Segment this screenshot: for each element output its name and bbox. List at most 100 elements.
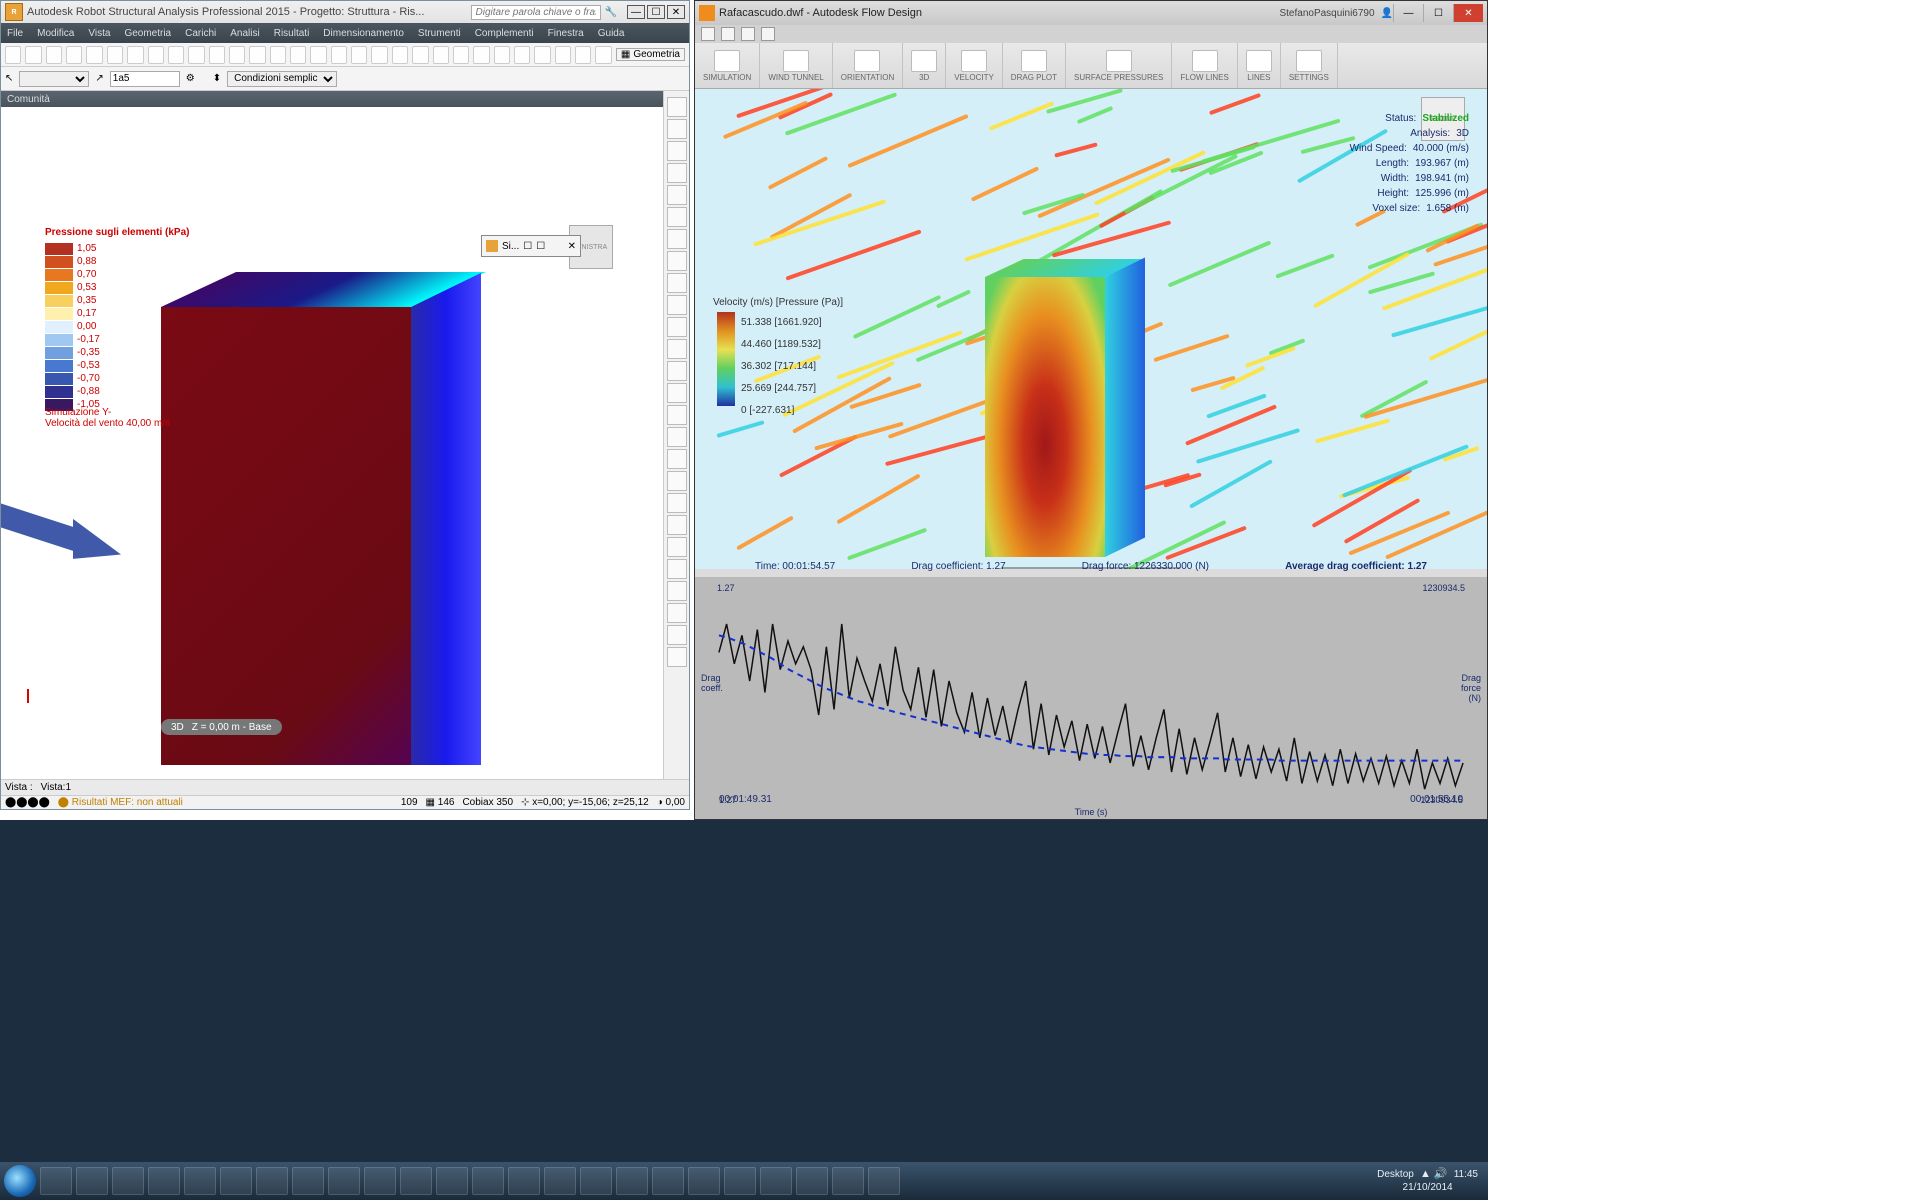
taskbar-app[interactable] — [220, 1167, 252, 1195]
side-tool-btn[interactable] — [667, 449, 687, 469]
taskbar-app[interactable] — [40, 1167, 72, 1195]
structure-model[interactable] — [161, 272, 481, 765]
toolbar-btn[interactable] — [595, 46, 611, 64]
side-tool-btn[interactable] — [667, 647, 687, 667]
load-case-input[interactable] — [110, 71, 180, 87]
side-tool-btn[interactable] — [667, 537, 687, 557]
side-tool-btn[interactable] — [667, 273, 687, 293]
qat-btn[interactable] — [721, 27, 735, 41]
loads-icon[interactable]: ⬍ — [213, 73, 221, 84]
side-tool-btn[interactable] — [667, 581, 687, 601]
menu-vista[interactable]: Vista — [88, 28, 110, 39]
side-tool-btn[interactable] — [667, 493, 687, 513]
minimize-button[interactable]: — — [1393, 4, 1423, 22]
close-button[interactable]: ✕ — [1453, 4, 1483, 22]
start-button[interactable] — [4, 1165, 36, 1197]
structure-model[interactable] — [985, 259, 1155, 569]
qat-btn[interactable] — [741, 27, 755, 41]
menu-file[interactable]: File — [7, 28, 23, 39]
toolbar-btn[interactable] — [433, 46, 449, 64]
taskbar-app[interactable] — [400, 1167, 432, 1195]
system-tray[interactable]: Desktop ▲ 🔊 11:4521/10/2014 — [1377, 1168, 1484, 1194]
side-tool-btn[interactable] — [667, 427, 687, 447]
settings-icon[interactable]: ⚙ — [186, 73, 195, 84]
combination-selector[interactable]: Condizioni semplici — [227, 71, 337, 87]
drag-chart[interactable] — [695, 577, 1487, 819]
side-tool-btn[interactable] — [667, 97, 687, 117]
taskbar-app[interactable] — [112, 1167, 144, 1195]
side-tool-btn[interactable] — [667, 515, 687, 535]
toolbar-btn[interactable] — [371, 46, 387, 64]
taskbar-app[interactable] — [436, 1167, 468, 1195]
ribbon-flow-lines[interactable]: FLOW LINES — [1172, 43, 1237, 88]
menu-geometria[interactable]: Geometria — [124, 28, 171, 39]
pointer-icon[interactable]: ↗ — [95, 73, 103, 84]
toolbar-btn[interactable] — [86, 46, 102, 64]
taskbar-app[interactable] — [76, 1167, 108, 1195]
side-tool-btn[interactable] — [667, 317, 687, 337]
side-tool-btn[interactable] — [667, 251, 687, 271]
side-tool-btn[interactable] — [667, 339, 687, 359]
taskbar-app[interactable] — [724, 1167, 756, 1195]
toolbar-btn[interactable] — [5, 46, 21, 64]
toolbar-btn[interactable] — [534, 46, 550, 64]
user-name[interactable]: StefanoPasquini6790 — [1279, 8, 1374, 19]
object-selector[interactable] — [19, 71, 89, 87]
menu-carichi[interactable]: Carichi — [185, 28, 216, 39]
side-tool-btn[interactable] — [667, 141, 687, 161]
toolbar-btn[interactable] — [412, 46, 428, 64]
toolbar-btn[interactable] — [66, 46, 82, 64]
toolbar-btn[interactable] — [107, 46, 123, 64]
toolbar-btn[interactable] — [209, 46, 225, 64]
maximize-button[interactable]: ☐ — [647, 5, 665, 19]
menu-finestra[interactable]: Finestra — [548, 28, 584, 39]
toolbar-btn[interactable] — [188, 46, 204, 64]
taskbar-app[interactable] — [184, 1167, 216, 1195]
ribbon-wind-tunnel[interactable]: WIND TUNNEL — [760, 43, 832, 88]
taskbar-app[interactable] — [688, 1167, 720, 1195]
taskbar-app[interactable] — [364, 1167, 396, 1195]
taskbar-app[interactable] — [256, 1167, 288, 1195]
menu-risultati[interactable]: Risultati — [274, 28, 310, 39]
ribbon-drag-plot[interactable]: DRAG PLOT — [1003, 43, 1066, 88]
help-search-input[interactable] — [471, 5, 601, 20]
taskbar-app[interactable] — [652, 1167, 684, 1195]
toolbar-btn[interactable] — [494, 46, 510, 64]
float-btn-2[interactable]: ☐ — [536, 241, 545, 252]
toolbar-btn[interactable] — [310, 46, 326, 64]
minimize-button[interactable]: — — [627, 5, 645, 19]
menu-guida[interactable]: Guida — [598, 28, 625, 39]
side-tool-btn[interactable] — [667, 603, 687, 623]
side-tool-btn[interactable] — [667, 361, 687, 381]
side-tool-btn[interactable] — [667, 229, 687, 249]
side-tool-btn[interactable] — [667, 207, 687, 227]
toolbar-btn[interactable] — [392, 46, 408, 64]
menu-strumenti[interactable]: Strumenti — [418, 28, 461, 39]
toolbar-btn[interactable] — [270, 46, 286, 64]
toolbar-btn[interactable] — [575, 46, 591, 64]
maximize-button[interactable]: ☐ — [1423, 4, 1453, 22]
toolbar-btn[interactable] — [290, 46, 306, 64]
robot-titlebar[interactable]: R Autodesk Robot Structural Analysis Pro… — [1, 1, 689, 23]
robot-3d-viewport[interactable]: Pressione sugli elementi (kPa) 1,050,880… — [1, 107, 661, 765]
toolbar-btn[interactable] — [127, 46, 143, 64]
side-tool-btn[interactable] — [667, 163, 687, 183]
side-tool-btn[interactable] — [667, 405, 687, 425]
flowdesign-titlebar[interactable]: Rafacascudo.dwf - Autodesk Flow Design S… — [695, 1, 1487, 25]
toolbar-btn[interactable] — [229, 46, 245, 64]
toolbar-btn[interactable] — [514, 46, 530, 64]
ribbon-lines[interactable]: LINES — [1238, 43, 1281, 88]
taskbar-app[interactable] — [148, 1167, 180, 1195]
menu-modifica[interactable]: Modifica — [37, 28, 74, 39]
toolbar-btn[interactable] — [473, 46, 489, 64]
close-button[interactable]: ✕ — [667, 5, 685, 19]
menu-complementi[interactable]: Complementi — [475, 28, 534, 39]
ribbon-settings[interactable]: SETTINGS — [1281, 43, 1338, 88]
flow-3d-viewport[interactable]: FRONT Status:StabilizedAnalysis:3DWind S… — [695, 89, 1487, 569]
qat-btn[interactable] — [701, 27, 715, 41]
side-tool-btn[interactable] — [667, 119, 687, 139]
float-close-icon[interactable]: ✕ — [568, 241, 576, 252]
taskbar-app[interactable] — [580, 1167, 612, 1195]
toolbar-btn[interactable] — [249, 46, 265, 64]
taskbar-app[interactable] — [616, 1167, 648, 1195]
